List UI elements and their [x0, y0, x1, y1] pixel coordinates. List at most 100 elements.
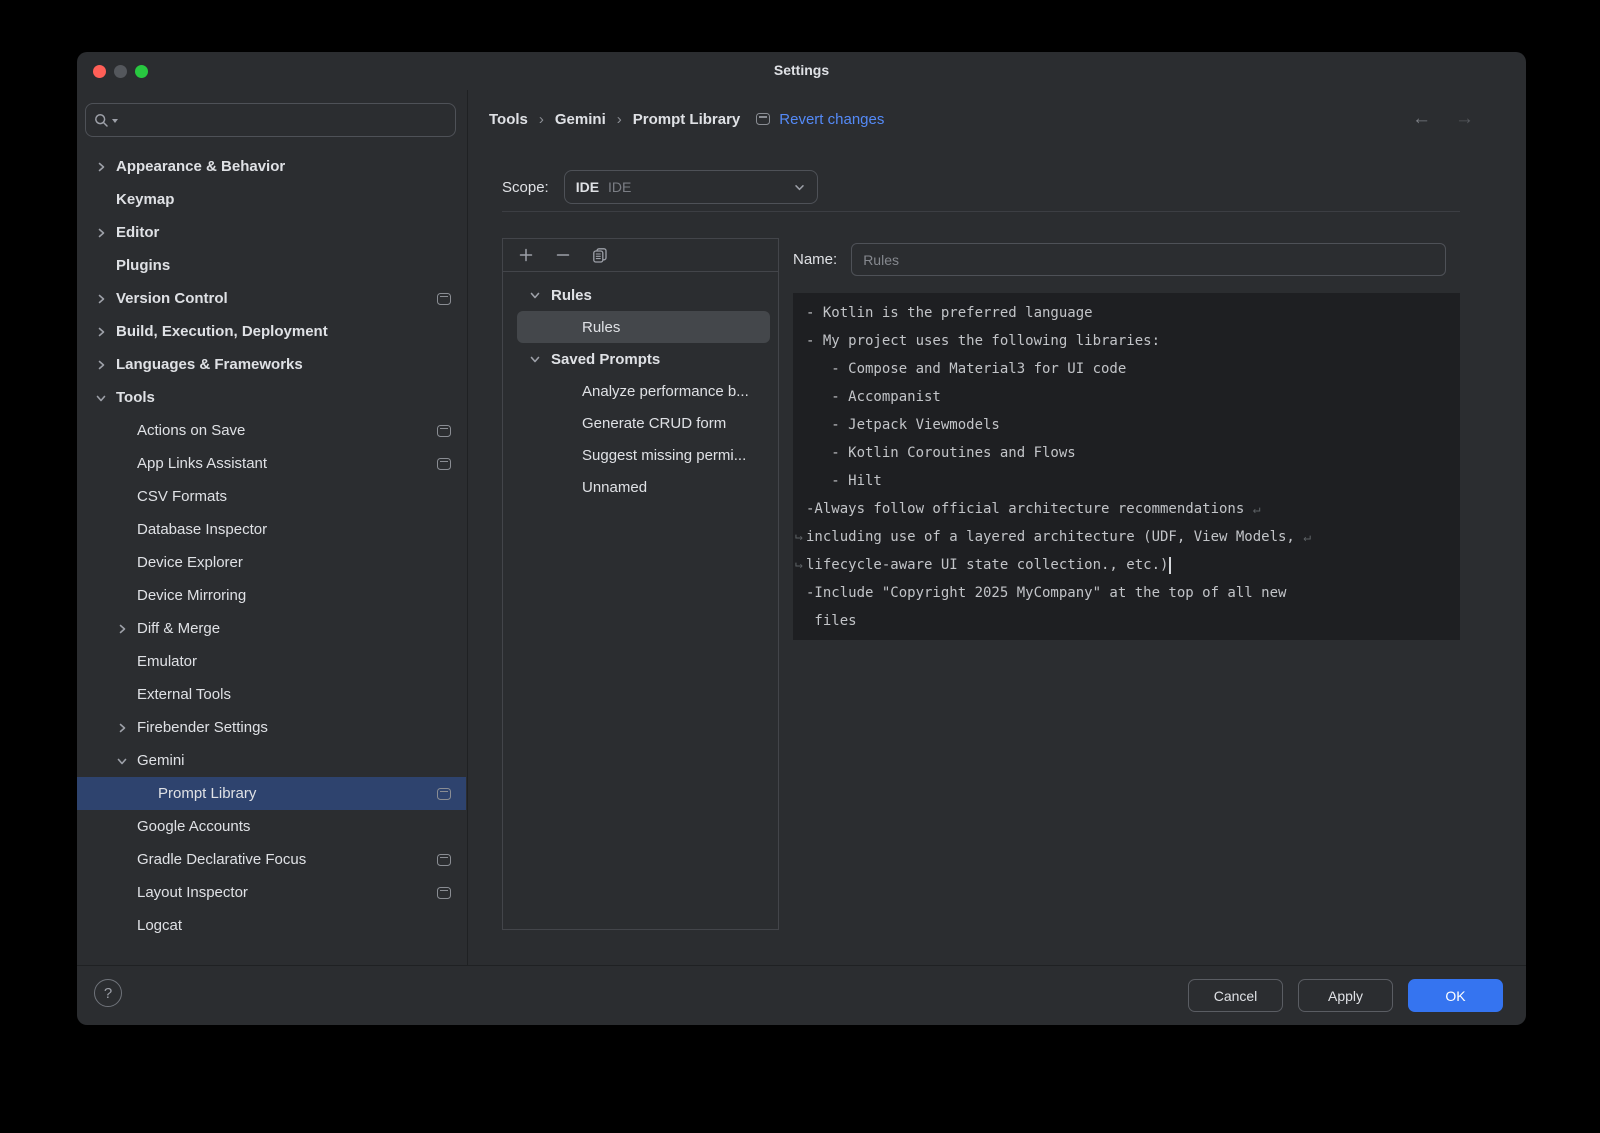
editor-line-text: - Accompanist: [806, 389, 941, 405]
duplicate-button[interactable]: [588, 243, 612, 267]
sidebar-item-version-control[interactable]: Version Control: [77, 282, 466, 315]
sidebar-item-csv-formats[interactable]: CSV Formats: [77, 480, 466, 513]
chevron-right-icon[interactable]: [95, 227, 107, 239]
editor-line: ↵including use of a layered architecture…: [806, 523, 1450, 551]
sidebar-item-editor[interactable]: Editor: [77, 216, 466, 249]
prompt-item-rules[interactable]: Rules: [503, 279, 778, 311]
editor-line: - Compose and Material3 for UI code: [806, 355, 1450, 383]
prompt-list-panel: Rules Rules Saved Prompts Analyze performan…: [502, 238, 779, 930]
plugin-icon: [437, 854, 451, 866]
sidebar-item-database-inspector[interactable]: Database Inspector: [77, 513, 466, 546]
chevron-right-icon[interactable]: [95, 326, 107, 338]
sidebar-item-keymap[interactable]: Keymap: [77, 183, 466, 216]
scope-row: Scope: IDE IDE: [502, 170, 818, 204]
soft-wrap-icon: ↵: [1253, 502, 1261, 517]
prompt-editor[interactable]: - Kotlin is the preferred language- My p…: [793, 293, 1460, 640]
back-arrow-icon[interactable]: ←: [1412, 108, 1431, 130]
prompt-item-label: Saved Prompts: [551, 351, 660, 368]
name-label: Name:: [793, 251, 837, 268]
sidebar-item-diff-merge[interactable]: Diff & Merge: [77, 612, 466, 645]
sidebar-item-gemini[interactable]: Gemini: [77, 744, 466, 777]
editor-line-text: - Jetpack Viewmodels: [806, 417, 1000, 433]
chevron-down-icon[interactable]: [116, 755, 128, 767]
sidebar-item-device-mirroring[interactable]: Device Mirroring: [77, 579, 466, 612]
sidebar-item-tools[interactable]: Tools: [77, 381, 466, 414]
sidebar-item-label: Actions on Save: [137, 422, 245, 439]
breadcrumb-item-tools[interactable]: Tools: [489, 111, 528, 128]
prompt-item-suggest-missing-permi[interactable]: Suggest missing permi...: [503, 439, 778, 471]
chevron-right-icon[interactable]: [95, 359, 107, 371]
chevron-down-icon[interactable]: [529, 353, 541, 365]
name-input[interactable]: [851, 243, 1446, 276]
sidebar-item-label: Diff & Merge: [137, 620, 220, 637]
sidebar-item-gradle-declarative-focus[interactable]: Gradle Declarative Focus: [77, 843, 466, 876]
sidebar-item-google-accounts[interactable]: Google Accounts: [77, 810, 466, 843]
settings-content: Tools›Gemini›Prompt Library Revert chang…: [468, 90, 1526, 965]
remove-button[interactable]: [551, 243, 575, 267]
prompt-item-unnamed[interactable]: Unnamed: [503, 471, 778, 503]
divider: [502, 211, 1460, 212]
apply-button[interactable]: Apply: [1298, 979, 1393, 1012]
sidebar-item-label: Prompt Library: [158, 785, 256, 802]
prompt-item-analyze-performance-b[interactable]: Analyze performance b...: [503, 375, 778, 407]
chevron-right-icon[interactable]: [95, 293, 107, 305]
chevron-right-icon[interactable]: [95, 161, 107, 173]
prompt-item-saved-prompts[interactable]: Saved Prompts: [503, 343, 778, 375]
editor-line: files: [806, 607, 1450, 635]
sidebar-item-plugins[interactable]: Plugins: [77, 249, 466, 282]
prompt-tree: Rules Rules Saved Prompts Analyze performan…: [503, 272, 778, 503]
chevron-down-icon[interactable]: [529, 289, 541, 301]
ok-button[interactable]: OK: [1408, 979, 1503, 1012]
prompt-item-label: Generate CRUD form: [582, 415, 726, 432]
sidebar-item-label: Device Mirroring: [137, 587, 246, 604]
editor-line-text: - Compose and Material3 for UI code: [806, 361, 1126, 377]
titlebar[interactable]: Settings: [77, 52, 1526, 90]
editor-line: - Kotlin is the preferred language: [806, 299, 1450, 327]
editor-line: -Include "Copyright 2025 MyCompany" at t…: [806, 579, 1450, 607]
prompt-item-label: Rules: [582, 319, 620, 336]
editor-line-text: - Hilt: [806, 473, 882, 489]
forward-arrow-icon[interactable]: →: [1455, 108, 1474, 130]
sidebar-item-emulator[interactable]: Emulator: [77, 645, 466, 678]
sidebar-item-prompt-library[interactable]: Prompt Library: [77, 777, 466, 810]
revert-group: Revert changes: [756, 111, 884, 128]
sidebar-item-external-tools[interactable]: External Tools: [77, 678, 466, 711]
sidebar-item-layout-inspector[interactable]: Layout Inspector: [77, 876, 466, 909]
search-history-caret-icon[interactable]: [112, 119, 118, 123]
search-input[interactable]: [121, 112, 447, 128]
prompt-item-generate-crud-form[interactable]: Generate CRUD form: [503, 407, 778, 439]
scope-label: Scope:: [502, 179, 549, 196]
sidebar-item-label: Firebender Settings: [137, 719, 268, 736]
cancel-button[interactable]: Cancel: [1188, 979, 1283, 1012]
sidebar-tree: Appearance & Behavior Keymap EditorPlugins…: [77, 150, 466, 965]
chevron-right-icon[interactable]: [116, 722, 128, 734]
sidebar-item-label: Tools: [116, 389, 155, 406]
sidebar-item-label: Build, Execution, Deployment: [116, 323, 328, 340]
editor-line-text: lifecycle-aware UI state collection., et…: [806, 557, 1168, 573]
revert-changes-link[interactable]: Revert changes: [779, 111, 884, 128]
sidebar-item-build-execution-deployment[interactable]: Build, Execution, Deployment: [77, 315, 466, 348]
editor-line-text: including use of a layered architecture …: [806, 529, 1303, 545]
soft-wrap-icon: ↵: [795, 523, 803, 551]
sidebar-item-firebender-settings[interactable]: Firebender Settings: [77, 711, 466, 744]
sidebar-item-languages-frameworks[interactable]: Languages & Frameworks: [77, 348, 466, 381]
sidebar-item-label: Database Inspector: [137, 521, 267, 538]
chevron-right-icon[interactable]: [116, 623, 128, 635]
sidebar-item-actions-on-save[interactable]: Actions on Save: [77, 414, 466, 447]
sidebar-item-label: Gradle Declarative Focus: [137, 851, 306, 868]
sidebar-item-label: Keymap: [116, 191, 174, 208]
chevron-down-icon[interactable]: [95, 392, 107, 404]
sidebar-item-label: CSV Formats: [137, 488, 227, 505]
settings-search-box[interactable]: [85, 103, 456, 137]
prompt-item-rules[interactable]: Rules: [517, 311, 770, 343]
sidebar-item-app-links-assistant[interactable]: App Links Assistant: [77, 447, 466, 480]
editor-line: - Accompanist: [806, 383, 1450, 411]
sidebar-item-logcat[interactable]: Logcat: [77, 909, 466, 942]
breadcrumb-item-prompt-library[interactable]: Prompt Library: [633, 111, 741, 128]
breadcrumb-item-gemini[interactable]: Gemini: [555, 111, 606, 128]
help-button[interactable]: ?: [94, 979, 122, 1007]
add-button[interactable]: [514, 243, 538, 267]
sidebar-item-device-explorer[interactable]: Device Explorer: [77, 546, 466, 579]
sidebar-item-appearance-behavior[interactable]: Appearance & Behavior: [77, 150, 466, 183]
scope-select[interactable]: IDE IDE: [564, 170, 818, 204]
